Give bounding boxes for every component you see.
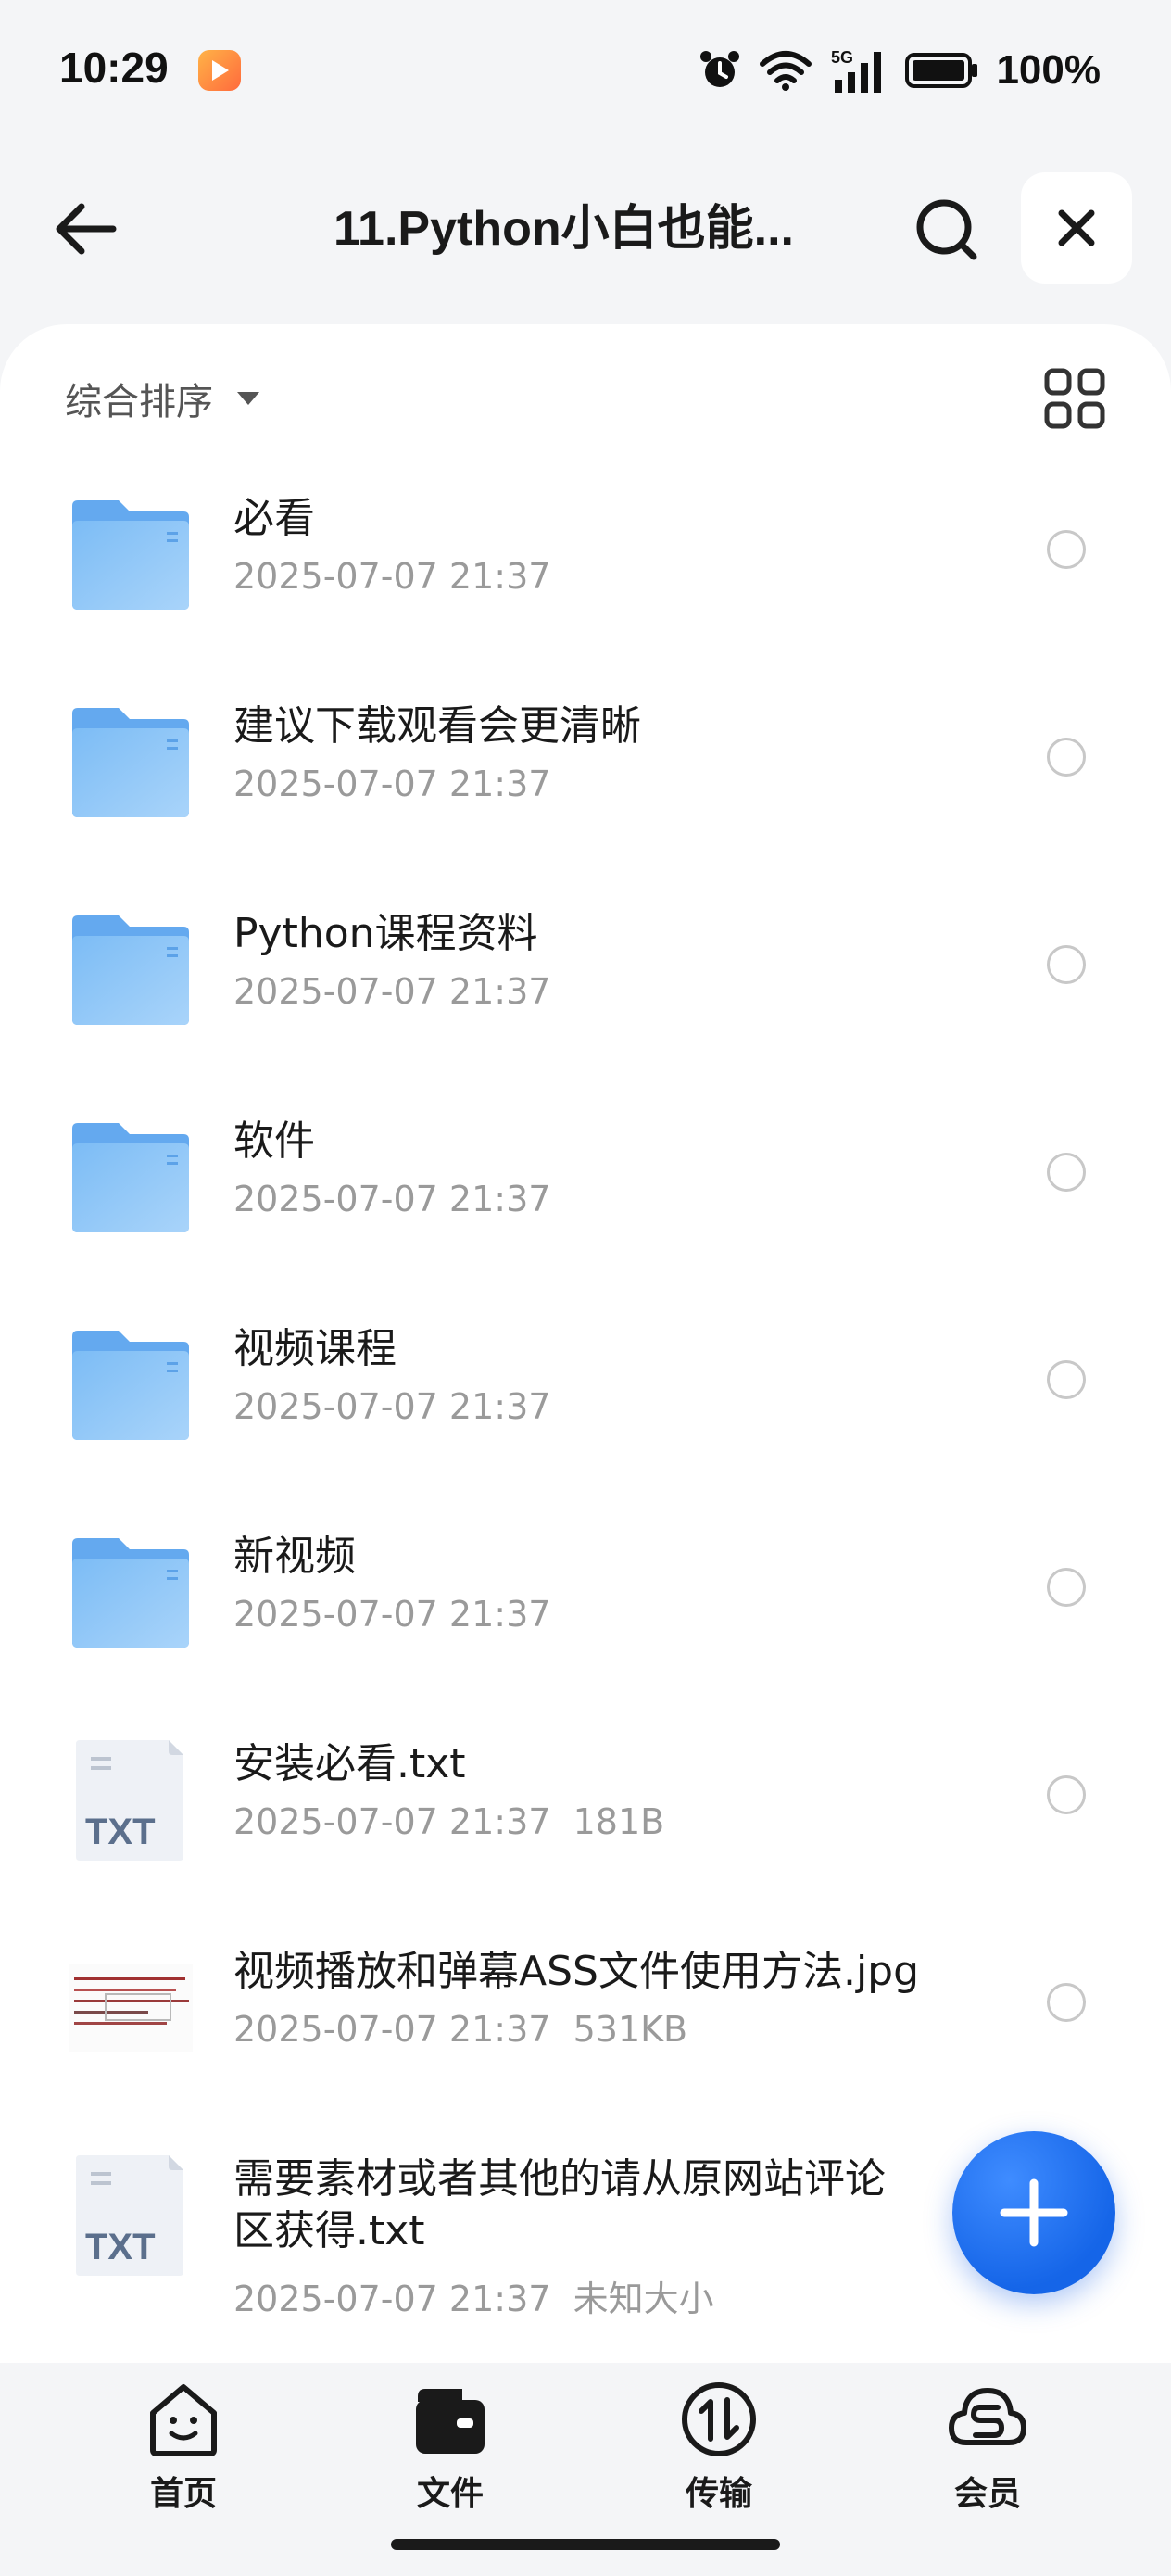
- file-meta: 2025-07-07 21:37: [233, 971, 551, 1012]
- status-indicators: 5G 100%: [698, 43, 1101, 98]
- nav-home[interactable]: 首页: [109, 2378, 258, 2517]
- file-meta: 2025-07-07 21:37: [233, 1386, 551, 1427]
- file-name: Python课程资料: [233, 910, 538, 957]
- file-name: 安装必看.txt: [233, 1740, 466, 1787]
- nav-vip[interactable]: 会员: [913, 2378, 1062, 2517]
- list-item[interactable]: 视频课程 2025-07-07 21:37: [0, 1303, 1171, 1510]
- select-checkbox[interactable]: [1047, 738, 1086, 777]
- sort-dropdown[interactable]: 综合排序: [65, 369, 259, 428]
- select-checkbox[interactable]: [1047, 1568, 1086, 1607]
- file-meta: 2025-07-07 21:37: [233, 1179, 551, 1219]
- vip-cloud-icon: [949, 2388, 1026, 2445]
- add-button[interactable]: [952, 2131, 1115, 2294]
- txt-file-icon: TXT: [76, 1740, 183, 1861]
- select-checkbox[interactable]: [1047, 530, 1086, 569]
- list-item[interactable]: 软件 2025-07-07 21:37: [0, 1095, 1171, 1303]
- close-button[interactable]: [1021, 172, 1132, 284]
- cellular-5g-icon: 5G: [831, 48, 882, 93]
- chevron-down-icon: [237, 392, 259, 405]
- search-icon: [916, 199, 977, 260]
- file-name: 新视频: [233, 1533, 356, 1580]
- list-item[interactable]: Python课程资料 2025-07-07 21:37: [0, 888, 1171, 1095]
- file-meta: 2025-07-07 21:37 181B: [233, 1801, 665, 1842]
- file-name: 软件: [233, 1118, 315, 1165]
- list-item[interactable]: 必看 2025-07-07 21:37: [0, 473, 1171, 680]
- list-item[interactable]: 新视频 2025-07-07 21:37: [0, 1510, 1171, 1718]
- list-item[interactable]: TXT 安装必看.txt 2025-07-07 21:37 181B: [0, 1718, 1171, 1926]
- file-name: 必看: [233, 495, 315, 542]
- network-type-text: 5G: [831, 48, 853, 67]
- nav-label: 文件: [416, 2475, 484, 2513]
- nav-label: 会员: [953, 2475, 1021, 2513]
- alarm-icon: [700, 51, 740, 87]
- folder-icon: [72, 1538, 189, 1648]
- select-checkbox[interactable]: [1047, 1983, 1086, 2022]
- nav-label: 传输: [685, 2475, 752, 2513]
- header: 11.Python小白也能...: [0, 167, 1171, 287]
- file-meta: 2025-07-07 21:37: [233, 1594, 551, 1635]
- select-checkbox[interactable]: [1047, 1153, 1086, 1192]
- wifi-icon: [760, 51, 812, 91]
- folder-icon: [72, 915, 189, 1025]
- file-name: 视频播放和弹幕ASS文件使用方法.jpg: [233, 1948, 920, 1995]
- nav-label: 首页: [149, 2475, 217, 2513]
- page-title: 11.Python小白也能...: [334, 202, 794, 256]
- folder-icon: [72, 708, 189, 817]
- plus-icon: [1000, 2178, 1068, 2247]
- file-list: 必看 2025-07-07 21:37 建议下载观看会更清晰 2025-07-0…: [0, 473, 1171, 2341]
- transfer-icon: [682, 2382, 756, 2456]
- select-checkbox[interactable]: [1047, 945, 1086, 984]
- grid-view-icon[interactable]: [1043, 367, 1106, 430]
- app-notification-icon: [198, 50, 241, 91]
- txt-label: TXT: [85, 2227, 156, 2267]
- folder-icon: [72, 1123, 189, 1232]
- file-browser-panel: 综合排序 必看 2025-07-07 21:37 建议下载观看会更清晰 2025…: [0, 324, 1171, 2363]
- file-meta: 2025-07-07 21:37: [233, 764, 551, 804]
- back-button[interactable]: [52, 195, 120, 263]
- home-face-icon: [150, 2384, 217, 2456]
- image-thumbnail: [69, 1964, 193, 2052]
- file-name: 需要素材或者其他的请从原网站评论区获得.txt: [233, 2155, 886, 2254]
- home-indicator[interactable]: [391, 2539, 780, 2550]
- file-meta: 2025-07-07 21:37 531KB: [233, 2009, 688, 2050]
- battery-icon: [905, 53, 978, 88]
- search-button[interactable]: [908, 191, 984, 267]
- status-bar: 10:29 5G 100%: [0, 0, 1171, 139]
- nav-files[interactable]: 文件: [376, 2378, 524, 2517]
- file-meta: 2025-07-07 21:37 未知大小: [233, 2279, 714, 2319]
- list-item[interactable]: 建议下载观看会更清晰 2025-07-07 21:37: [0, 680, 1171, 888]
- txt-label: TXT: [85, 1812, 156, 1852]
- file-name: 建议下载观看会更清晰: [233, 702, 641, 750]
- close-icon: [1058, 209, 1095, 246]
- folder-icon: [72, 1331, 189, 1440]
- battery-percent: 100%: [996, 47, 1101, 93]
- file-name: 视频课程: [233, 1325, 397, 1372]
- file-meta: 2025-07-07 21:37: [233, 556, 551, 597]
- arrow-left-icon: [56, 203, 117, 255]
- sort-label: 综合排序: [65, 381, 213, 423]
- list-item[interactable]: 视频播放和弹幕ASS文件使用方法.jpg 2025-07-07 21:37 53…: [0, 1926, 1171, 2133]
- wallet-folder-icon: [416, 2389, 485, 2454]
- select-checkbox[interactable]: [1047, 1775, 1086, 1814]
- txt-file-icon: TXT: [76, 2155, 183, 2276]
- folder-icon: [72, 500, 189, 610]
- status-time: 10:29: [59, 44, 169, 92]
- select-checkbox[interactable]: [1047, 1360, 1086, 1399]
- nav-transfer[interactable]: 传输: [645, 2378, 793, 2517]
